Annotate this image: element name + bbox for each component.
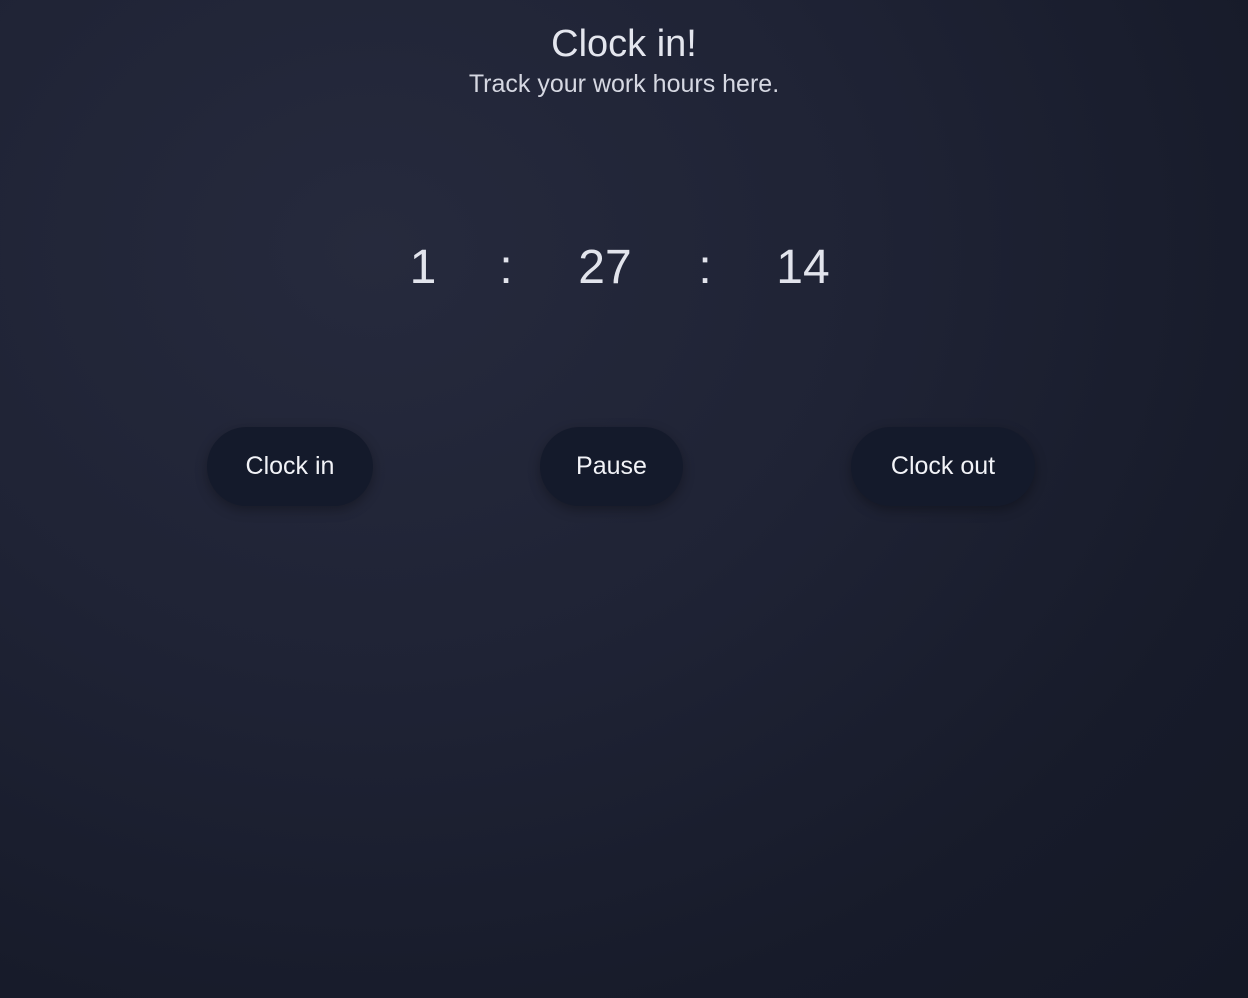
clock-out-button[interactable]: Clock out xyxy=(851,427,1035,506)
timer-minutes: 27 xyxy=(578,241,632,294)
timer-hours: 1 xyxy=(409,241,437,294)
header: Clock in! Track your work hours here. xyxy=(0,0,1248,100)
clock-in-button[interactable]: Clock in xyxy=(207,427,373,506)
page-subtitle: Track your work hours here. xyxy=(468,70,780,98)
page-title: Clock in! xyxy=(551,23,697,65)
timer-separator: : xyxy=(499,241,513,294)
pause-button[interactable]: Pause xyxy=(540,427,683,506)
timer-separator: : xyxy=(698,241,712,294)
timer-seconds: 14 xyxy=(776,241,830,294)
timer-display: 1 : 27 : 14 xyxy=(0,240,1248,300)
